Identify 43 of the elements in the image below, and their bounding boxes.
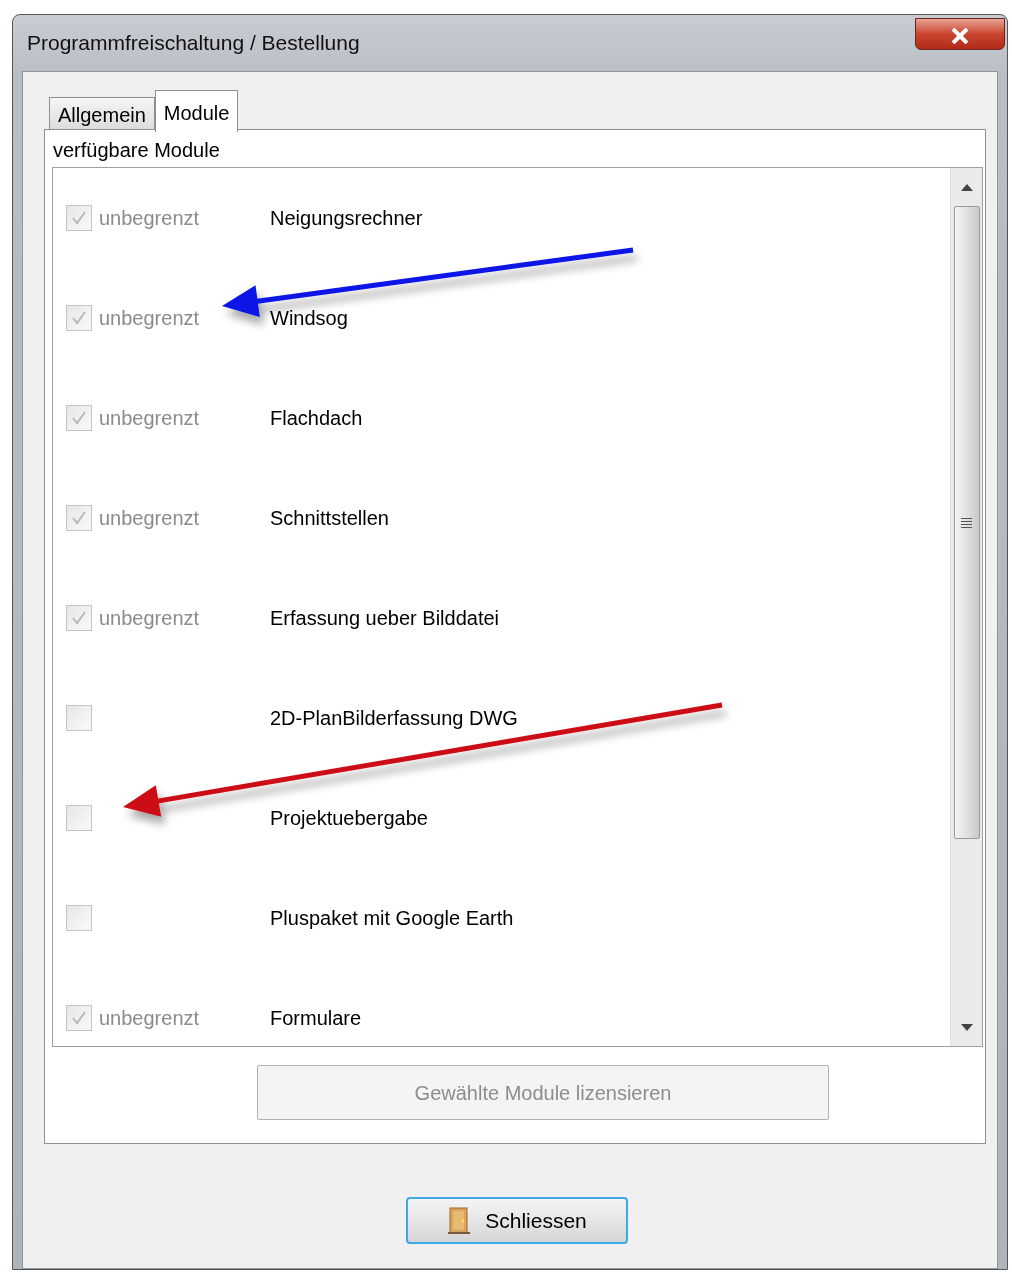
module-name: Windsog bbox=[270, 306, 348, 331]
tab[interactable]: Allgemein bbox=[49, 97, 155, 130]
scroll-down-icon[interactable] bbox=[960, 1023, 973, 1031]
close-icon bbox=[951, 27, 969, 44]
license-status: unbegrenzt bbox=[98, 306, 201, 331]
grip-icon bbox=[961, 516, 972, 529]
close-dialog-button[interactable]: Schliessen bbox=[406, 1197, 628, 1244]
checkbox[interactable] bbox=[66, 405, 92, 431]
license-status: unbegrenzt bbox=[98, 206, 201, 231]
window-title: Programmfreischaltung / Bestellung bbox=[27, 30, 360, 57]
license-status: unbegrenzt bbox=[98, 406, 201, 431]
checkbox[interactable] bbox=[66, 805, 92, 831]
module-name: Projektuebergabe bbox=[270, 806, 428, 831]
check-icon bbox=[71, 210, 87, 226]
checkbox[interactable] bbox=[66, 205, 92, 231]
license-status: unbegrenzt bbox=[98, 506, 201, 531]
tab[interactable]: Module bbox=[154, 90, 239, 132]
module-name: Erfassung ueber Bilddatei bbox=[270, 606, 500, 631]
check-icon bbox=[71, 410, 87, 426]
module-name: Formulare bbox=[270, 1006, 362, 1031]
module-name: Schnittstellen bbox=[270, 506, 389, 531]
check-icon bbox=[71, 510, 87, 526]
module-name: Neigungsrechner bbox=[270, 206, 423, 231]
checkbox[interactable] bbox=[66, 505, 92, 531]
checkbox[interactable] bbox=[66, 305, 92, 331]
scroll-up-icon[interactable] bbox=[960, 183, 973, 191]
module-name: Pluspaket mit Google Earth bbox=[270, 906, 514, 931]
checkbox[interactable] bbox=[66, 1005, 92, 1031]
scrollbar[interactable] bbox=[950, 168, 982, 1046]
close-button[interactable] bbox=[915, 18, 1005, 50]
check-icon bbox=[71, 610, 87, 626]
checkbox[interactable] bbox=[66, 705, 92, 731]
module-name: Flachdach bbox=[270, 406, 363, 431]
checkbox[interactable] bbox=[66, 605, 92, 631]
license-status: unbegrenzt bbox=[98, 606, 201, 631]
check-icon bbox=[71, 1010, 87, 1026]
check-icon bbox=[71, 310, 87, 326]
license-status: unbegrenzt bbox=[98, 1006, 201, 1031]
module-name: 2D-PlanBilderfassung DWG bbox=[270, 706, 518, 731]
group-label: verfügbare Module bbox=[53, 138, 220, 163]
checkbox[interactable] bbox=[66, 905, 92, 931]
door-icon bbox=[447, 1206, 472, 1235]
scroll-thumb[interactable] bbox=[953, 206, 980, 839]
